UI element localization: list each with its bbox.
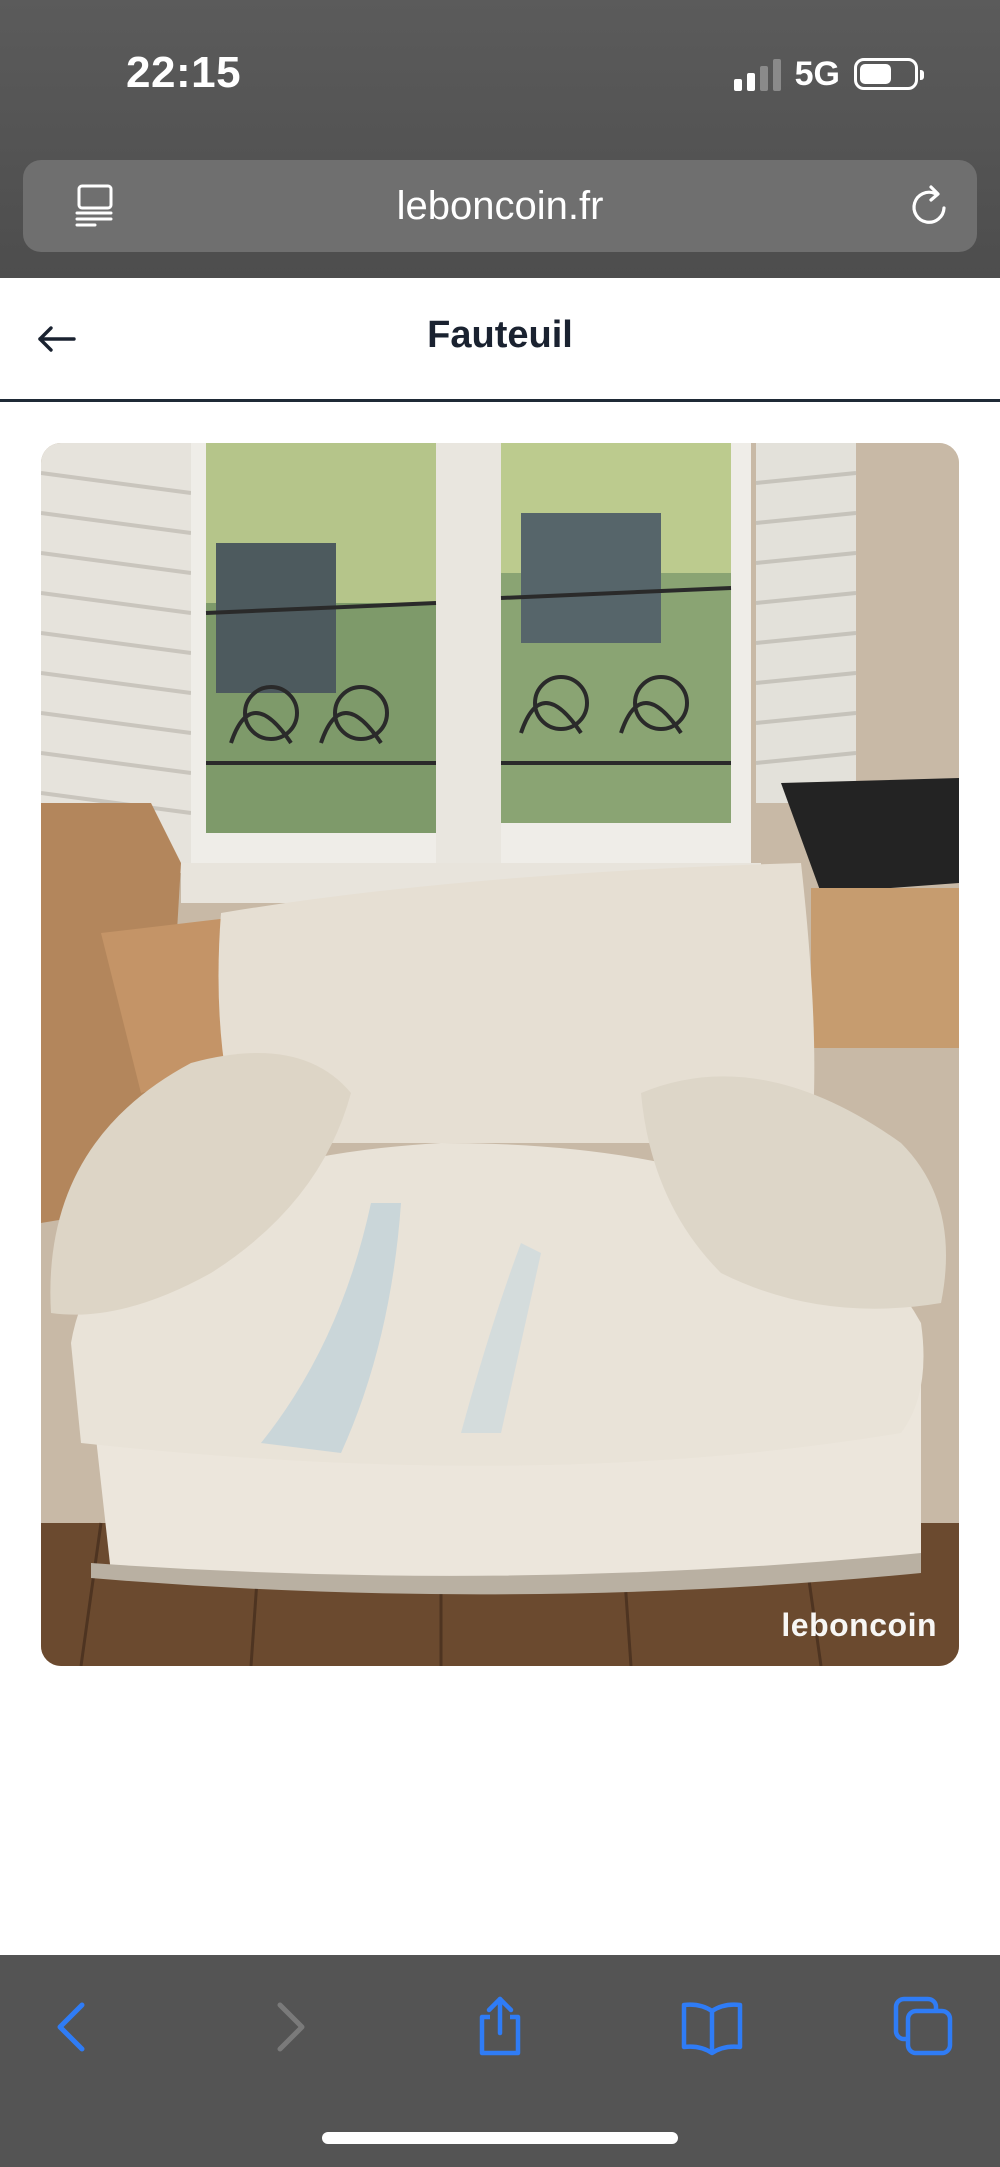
armchair-photo-illustration: [41, 443, 959, 1666]
reload-icon[interactable]: [907, 184, 953, 230]
browser-top-chrome: 22:15 5G leboncoin.fr: [0, 0, 1000, 278]
share-icon[interactable]: [468, 1995, 532, 2059]
address-bar[interactable]: leboncoin.fr: [23, 160, 977, 252]
forward-icon[interactable]: [256, 1995, 320, 2059]
page-title: Fauteuil: [427, 314, 573, 356]
page-header: Fauteuil: [0, 278, 1000, 402]
reader-mode-icon[interactable]: [73, 182, 119, 228]
url-text[interactable]: leboncoin.fr: [397, 184, 604, 229]
listing-photo[interactable]: leboncoin: [41, 443, 959, 1666]
status-time: 22:15: [126, 48, 242, 97]
watermark-logo: leboncoin: [781, 1607, 937, 1643]
home-indicator[interactable]: [322, 2132, 678, 2144]
tabs-icon[interactable]: [892, 1995, 956, 2059]
battery-icon: [854, 58, 924, 90]
status-indicators: 5G: [733, 54, 924, 94]
bookmarks-icon[interactable]: [680, 1995, 744, 2059]
signal-icon: [733, 57, 781, 91]
network-label: 5G: [794, 54, 840, 93]
back-icon[interactable]: [42, 1995, 106, 2059]
